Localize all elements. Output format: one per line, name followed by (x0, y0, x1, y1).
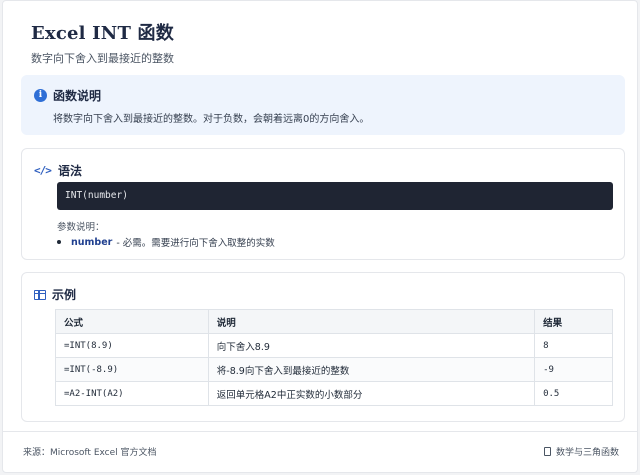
page-header: Excel INT 函数 数字向下舍入到最接近的整数 (31, 19, 174, 66)
param-desc: - 必需。需要进行向下舍入取整的实数 (116, 238, 275, 249)
syntax-card: </> 语法 INT(number) 参数说明： number - 必需。需要进… (21, 148, 625, 260)
column-header-description: 说明 (207, 309, 536, 334)
footer-source: 来源：Microsoft Excel 官方文档 (23, 448, 157, 458)
examples-table: 公式 说明 结果 =INT(8.9) 向下舍入8.9 8 =INT(-8.9) … (55, 309, 613, 406)
params-label: 参数说明： (57, 222, 105, 233)
examples-heading: 示例 (34, 286, 76, 303)
category-label: 数学与三角函数 (555, 448, 619, 458)
page-subtitle: 数字向下舍入到最接近的整数 (31, 52, 174, 65)
syntax-code: INT(number) (57, 182, 613, 210)
formula-cell: =INT(-8.9) (55, 357, 209, 382)
result-cell: -9 (534, 357, 613, 382)
info-text: 将数字向下舍入到最接近的整数。对于负数，会朝着远离0的方向舍入。 (53, 114, 370, 125)
result-cell: 0.5 (534, 381, 613, 406)
table-row: =A2-INT(A2) 返回单元格A2中正实数的小数部分 0.5 (55, 381, 613, 406)
syntax-heading: </> 语法 (34, 162, 82, 179)
examples-card: 示例 公式 说明 结果 =INT(8.9) 向下舍入8.9 8 =INT(-8.… (21, 272, 625, 422)
code-icon: </> (34, 164, 52, 177)
book-icon (543, 447, 551, 456)
column-header-result: 结果 (534, 309, 613, 334)
bullet-icon (57, 240, 61, 244)
formula-cell: =INT(8.9) (55, 333, 209, 358)
table-icon (34, 289, 46, 300)
page-title: Excel INT 函数 (31, 23, 174, 44)
footer-divider (3, 431, 637, 432)
description-cell: 返回单元格A2中正实数的小数部分 (207, 381, 536, 406)
info-title: 函数说明 (53, 89, 102, 103)
examples-title: 示例 (52, 288, 77, 302)
info-icon: i (34, 89, 47, 102)
footer-category: 数学与三角函数 (543, 445, 619, 458)
param-name: number (71, 236, 113, 248)
function-description-card: i 函数说明 将数字向下舍入到最接近的整数。对于负数，会朝着远离0的方向舍入。 (21, 75, 625, 135)
param-item: number - 必需。需要进行向下舍入取整的实数 (57, 235, 275, 249)
column-header-formula: 公式 (55, 309, 209, 334)
formula-cell: =A2-INT(A2) (55, 381, 209, 406)
table-header-row: 公式 说明 结果 (55, 309, 613, 334)
result-cell: 8 (534, 333, 613, 358)
description-cell: 将-8.9向下舍入到最接近的整数 (207, 357, 536, 382)
table-row: =INT(8.9) 向下舍入8.9 8 (55, 333, 613, 358)
description-cell: 向下舍入8.9 (207, 333, 536, 358)
table-row: =INT(-8.9) 将-8.9向下舍入到最接近的整数 -9 (55, 357, 613, 382)
document-page: Excel INT 函数 数字向下舍入到最接近的整数 i 函数说明 将数字向下舍… (2, 0, 638, 473)
syntax-title: 语法 (58, 164, 83, 178)
